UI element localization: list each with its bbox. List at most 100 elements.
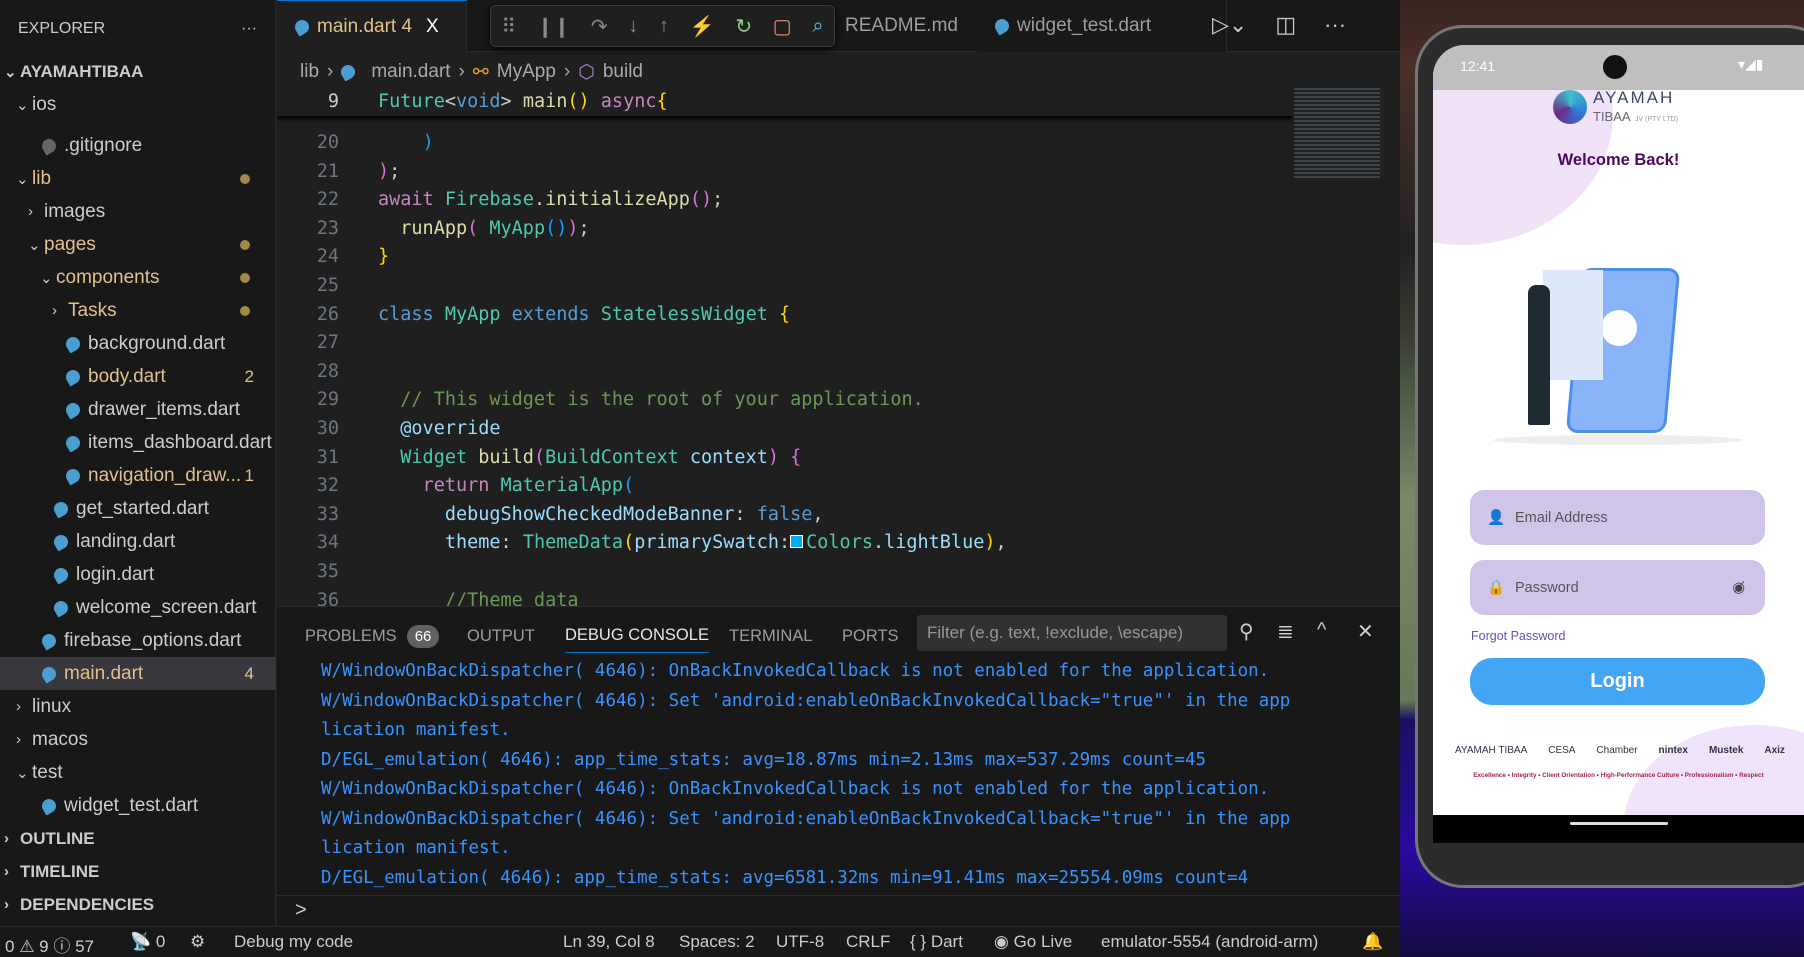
step-into-icon[interactable]: ↓ bbox=[628, 15, 638, 38]
split-editor-icon[interactable]: ◫ bbox=[1275, 12, 1296, 38]
tree-item[interactable]: navigation_draw... 1 bbox=[0, 459, 276, 492]
notifications-bell-icon[interactable]: 🔔 bbox=[1362, 932, 1383, 952]
tree-item[interactable]: widget_test.dart bbox=[0, 789, 276, 822]
code-line[interactable]: 24} bbox=[277, 243, 1293, 272]
breadcrumb-method[interactable]: build bbox=[603, 61, 643, 83]
code-line[interactable]: 35 bbox=[277, 558, 1293, 587]
tree-item[interactable]: ⌄ components bbox=[0, 261, 276, 294]
ports-status[interactable]: 📡 0 bbox=[130, 932, 165, 952]
tree-item[interactable]: › TIMELINE bbox=[0, 855, 276, 888]
step-out-icon[interactable]: ↑ bbox=[659, 15, 669, 38]
tab-ports[interactable]: PORTS bbox=[842, 619, 899, 653]
tab-problems[interactable]: PROBLEMS 66 bbox=[305, 619, 440, 653]
run-debug-icon[interactable]: ▷⌄ bbox=[1212, 12, 1247, 38]
tree-item[interactable]: login.dart bbox=[0, 558, 276, 591]
close-tab-icon[interactable]: X bbox=[426, 16, 439, 38]
code-token: ( bbox=[623, 532, 635, 554]
debug-icon[interactable]: ⚙ bbox=[190, 932, 205, 952]
tree-item[interactable]: landing.dart bbox=[0, 525, 276, 558]
indentation[interactable]: Spaces: 2 bbox=[679, 932, 755, 952]
maximize-panel-icon[interactable]: ^ bbox=[1317, 619, 1326, 642]
forgot-password-link[interactable]: Forgot Password bbox=[1471, 629, 1565, 643]
breadcrumb-lib[interactable]: lib bbox=[300, 61, 319, 83]
pause-icon[interactable]: ❙❙ bbox=[537, 14, 571, 39]
device-selector[interactable]: emulator-5554 (android-arm) bbox=[1101, 932, 1318, 952]
tree-item[interactable]: body.dart 2 bbox=[0, 360, 276, 393]
code-line[interactable]: 29 // This widget is the root of your ap… bbox=[277, 386, 1293, 415]
code-editor[interactable]: 9 Future<void> main() async{ 20 ) 21); 22 aw… bbox=[277, 88, 1293, 606]
tree-item[interactable]: › OUTLINE bbox=[0, 822, 276, 855]
tree-item[interactable]: › DEPENDENCIES bbox=[0, 888, 276, 921]
inspect-widget-icon[interactable]: ⌕ bbox=[812, 15, 823, 38]
tree-item[interactable]: firebase_options.dart bbox=[0, 624, 276, 657]
breadcrumb-class[interactable]: MyApp bbox=[497, 61, 556, 83]
code-line[interactable]: 23 runApp( MyApp()); bbox=[277, 215, 1293, 244]
line-ending[interactable]: CRLF bbox=[846, 932, 890, 952]
tree-item[interactable]: ⌄ lib bbox=[0, 162, 276, 195]
tree-item-label: get_started.dart bbox=[76, 497, 210, 519]
code-line[interactable]: 26 class MyApp extends StatelessWidget { bbox=[277, 301, 1293, 330]
tab-terminal[interactable]: TERMINAL bbox=[729, 619, 812, 653]
tree-item[interactable]: .gitignore bbox=[0, 129, 276, 162]
code-line[interactable]: 28 bbox=[277, 358, 1293, 387]
tree-item[interactable]: main.dart 4 bbox=[0, 657, 276, 690]
problems-status[interactable]: 0 ⚠ 9 ⓘ 57 bbox=[5, 932, 94, 957]
minimap[interactable] bbox=[1294, 88, 1380, 178]
visibility-off-icon[interactable]: ◉̸ bbox=[1732, 580, 1745, 596]
tree-item[interactable]: › Tasks bbox=[0, 294, 276, 327]
code-line[interactable]: 25 bbox=[277, 272, 1293, 301]
tree-item[interactable]: › macos bbox=[0, 723, 276, 756]
stop-icon[interactable]: ▢ bbox=[773, 14, 792, 39]
tree-item[interactable]: ⌄ pages bbox=[0, 228, 276, 261]
clear-console-icon[interactable]: ≣ bbox=[1277, 619, 1294, 644]
cursor-position[interactable]: Ln 39, Col 8 bbox=[563, 932, 655, 952]
tree-item[interactable]: drawer_items.dart bbox=[0, 393, 276, 426]
tab-widget-test[interactable]: widget_test.dart bbox=[977, 0, 1227, 52]
email-field[interactable]: 👤 Email Address bbox=[1470, 490, 1765, 545]
code-line[interactable]: 31 Widget build(BuildContext context) { bbox=[277, 444, 1293, 473]
code-line[interactable]: 34 theme: ThemeData(primarySwatch: Colors… bbox=[277, 529, 1293, 558]
tree-item[interactable]: get_started.dart bbox=[0, 492, 276, 525]
code-line[interactable]: 30 @override bbox=[277, 415, 1293, 444]
go-live-button[interactable]: ◉ Go Live bbox=[994, 932, 1072, 952]
tree-item[interactable]: ⌄ ios bbox=[0, 88, 276, 121]
code-line[interactable]: 36 //Theme data bbox=[277, 587, 1293, 606]
tab-output[interactable]: OUTPUT bbox=[467, 619, 535, 653]
debug-config[interactable]: Debug my code bbox=[234, 932, 353, 952]
code-line[interactable]: 32 return MaterialApp( bbox=[277, 472, 1293, 501]
encoding[interactable]: UTF-8 bbox=[776, 932, 824, 952]
tab-debug-console[interactable]: DEBUG CONSOLE bbox=[565, 619, 709, 653]
close-panel-icon[interactable]: ✕ bbox=[1357, 619, 1374, 644]
more-actions-icon[interactable]: ··· bbox=[241, 20, 257, 38]
tree-item[interactable]: ⌄ test bbox=[0, 756, 276, 789]
line-number: 29 bbox=[316, 389, 339, 411]
step-over-icon[interactable]: ↷ bbox=[591, 14, 608, 39]
console-filter-input[interactable]: Filter (e.g. text, !exclude, \escape) bbox=[917, 615, 1227, 651]
breadcrumb-file[interactable]: main.dart bbox=[371, 61, 450, 83]
tree-item[interactable]: › images bbox=[0, 195, 276, 228]
code-line[interactable]: 21); bbox=[277, 158, 1293, 187]
tree-item[interactable]: ⌄ AYAMAHTIBAA bbox=[0, 55, 276, 88]
sticky-scroll-line[interactable]: 9 Future<void> main() async{ bbox=[277, 88, 1293, 116]
tab-main-dart[interactable]: main.dart 4X bbox=[277, 0, 467, 52]
console-input-prompt[interactable]: > bbox=[295, 899, 307, 922]
home-indicator[interactable] bbox=[1569, 822, 1668, 825]
tree-item[interactable]: background.dart bbox=[0, 327, 276, 360]
hot-reload-icon[interactable]: ⚡ bbox=[690, 14, 715, 39]
tree-item[interactable]: welcome_screen.dart bbox=[0, 591, 276, 624]
code-token: false bbox=[756, 503, 813, 525]
tree-item[interactable]: items_dashboard.dart bbox=[0, 426, 276, 459]
password-field[interactable]: 🔒 Password ◉̸ bbox=[1470, 560, 1765, 615]
search-icon[interactable]: ⚲ bbox=[1239, 619, 1254, 644]
language-mode[interactable]: { } Dart bbox=[910, 932, 963, 952]
code-line[interactable]: 27 bbox=[277, 329, 1293, 358]
drag-handle-icon[interactable]: ⠿ bbox=[501, 14, 516, 39]
more-actions-icon[interactable]: ··· bbox=[1324, 12, 1346, 38]
code-line[interactable]: 20 ) bbox=[277, 129, 1293, 158]
code-line[interactable]: 22 await Firebase.initializeApp(); bbox=[277, 186, 1293, 215]
tree-item-label: TIMELINE bbox=[20, 861, 100, 881]
code-line[interactable]: 33 debugShowCheckedModeBanner: false, bbox=[277, 501, 1293, 530]
restart-icon[interactable]: ↻ bbox=[735, 14, 752, 39]
tree-item[interactable]: › linux bbox=[0, 690, 276, 723]
login-button[interactable]: Login bbox=[1470, 658, 1765, 705]
